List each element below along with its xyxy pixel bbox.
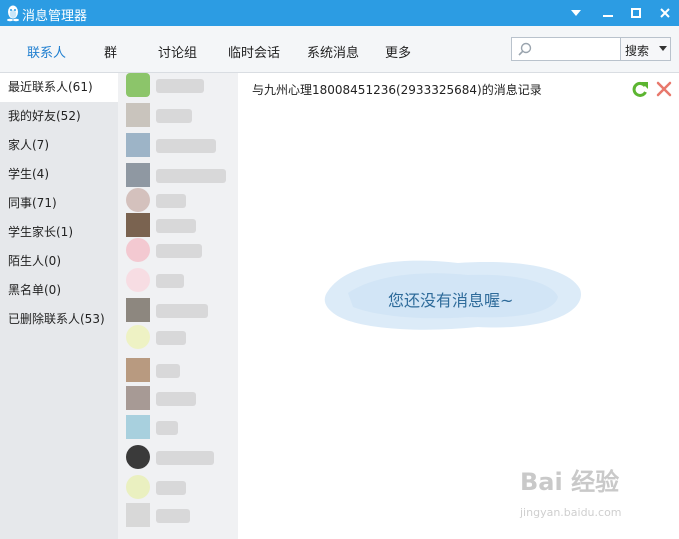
list-item[interactable] <box>126 133 236 161</box>
category-family[interactable]: 家人(7) <box>0 131 118 160</box>
list-item[interactable] <box>126 213 236 241</box>
obscured-name <box>156 364 180 378</box>
dropdown-menu-button[interactable] <box>565 3 587 23</box>
empty-state-message: 您还没有消息喔~ <box>388 291 514 310</box>
list-item[interactable] <box>126 445 236 473</box>
list-item[interactable] <box>126 238 236 266</box>
obscured-name <box>156 244 202 258</box>
avatar <box>126 188 150 212</box>
avatar <box>126 103 150 127</box>
obscured-name <box>156 219 196 233</box>
close-icon <box>660 8 670 18</box>
avatar <box>126 163 150 187</box>
list-item[interactable] <box>126 325 236 353</box>
avatar <box>126 238 150 262</box>
list-item[interactable] <box>126 475 236 503</box>
tab-groups[interactable]: 群 <box>104 42 117 61</box>
obscured-name <box>156 169 226 183</box>
category-strangers[interactable]: 陌生人(0) <box>0 247 118 276</box>
list-item[interactable] <box>126 358 236 386</box>
close-button[interactable] <box>654 3 676 23</box>
search-box[interactable] <box>511 37 622 61</box>
list-item[interactable] <box>126 163 236 191</box>
category-sidebar: 最近联系人(61) 我的好友(52) 家人(7) 学生(4) 同事(71) 学生… <box>0 73 118 539</box>
obscured-name <box>156 421 178 435</box>
baidu-jingyan-watermark: Bai 经验 jingyan.baidu.com <box>520 462 670 522</box>
obscured-name <box>156 304 208 318</box>
category-recent-contacts[interactable]: 最近联系人(61) <box>0 73 118 102</box>
avatar <box>126 386 150 410</box>
search-icon <box>518 42 532 56</box>
minimize-icon <box>603 15 613 17</box>
delete-icon[interactable] <box>654 79 674 99</box>
avatar <box>126 213 150 237</box>
avatar <box>126 133 150 157</box>
list-item[interactable] <box>126 415 236 443</box>
avatar <box>126 325 150 349</box>
obscured-name <box>156 79 204 93</box>
tab-system-messages[interactable]: 系统消息 <box>307 42 359 61</box>
avatar <box>126 445 150 469</box>
tab-temp-chats[interactable]: 临时会话 <box>228 42 280 61</box>
avatar <box>126 503 150 527</box>
avatar <box>126 298 150 322</box>
triangle-down-icon <box>571 10 581 16</box>
category-student-parents[interactable]: 学生家长(1) <box>0 218 118 247</box>
list-item[interactable] <box>126 188 236 216</box>
obscured-name <box>156 331 186 345</box>
obscured-name <box>156 481 186 495</box>
obscured-name <box>156 109 192 123</box>
category-students[interactable]: 学生(4) <box>0 160 118 189</box>
obscured-name <box>156 274 184 288</box>
avatar <box>126 268 150 292</box>
avatar <box>126 415 150 439</box>
minimize-button[interactable] <box>597 3 619 23</box>
history-title: 与九州心理18008451236(2933325684)的消息记录 <box>252 83 542 97</box>
obscured-name <box>156 509 190 523</box>
list-item[interactable] <box>126 298 236 326</box>
list-item[interactable] <box>126 268 236 296</box>
list-item[interactable] <box>126 73 236 101</box>
search-button-label: 搜索 <box>625 44 650 58</box>
title-bar: 消息管理器 <box>0 0 679 26</box>
watermark-main-text: Bai 经验 <box>520 468 620 496</box>
obscured-name <box>156 194 186 208</box>
avatar <box>126 475 150 499</box>
tab-contacts[interactable]: 联系人 <box>27 42 66 61</box>
avatar <box>126 358 150 382</box>
list-item[interactable] <box>126 103 236 131</box>
list-item[interactable] <box>126 503 236 531</box>
refresh-icon[interactable] <box>630 79 650 99</box>
window-title: 消息管理器 <box>22 9 88 24</box>
category-blacklist[interactable]: 黑名单(0) <box>0 276 118 305</box>
category-my-friends[interactable]: 我的好友(52) <box>0 102 118 131</box>
tab-discussions[interactable]: 讨论组 <box>158 42 197 61</box>
obscured-name <box>156 139 216 153</box>
obscured-name <box>156 451 214 465</box>
list-item[interactable] <box>126 386 236 414</box>
contact-list[interactable] <box>118 73 238 539</box>
search-button[interactable]: 搜索 <box>620 37 671 61</box>
qq-penguin-icon <box>7 5 19 22</box>
category-deleted-contacts[interactable]: 已删除联系人(53) <box>0 305 118 334</box>
search-input[interactable] <box>536 41 622 59</box>
maximize-icon <box>631 8 641 18</box>
category-colleagues[interactable]: 同事(71) <box>0 189 118 218</box>
watermark-sub-text: jingyan.baidu.com <box>520 506 622 519</box>
obscured-name <box>156 392 196 406</box>
avatar <box>126 73 150 97</box>
chevron-down-icon <box>659 46 667 51</box>
maximize-button[interactable] <box>625 3 647 23</box>
tab-more[interactable]: 更多 <box>385 42 411 61</box>
